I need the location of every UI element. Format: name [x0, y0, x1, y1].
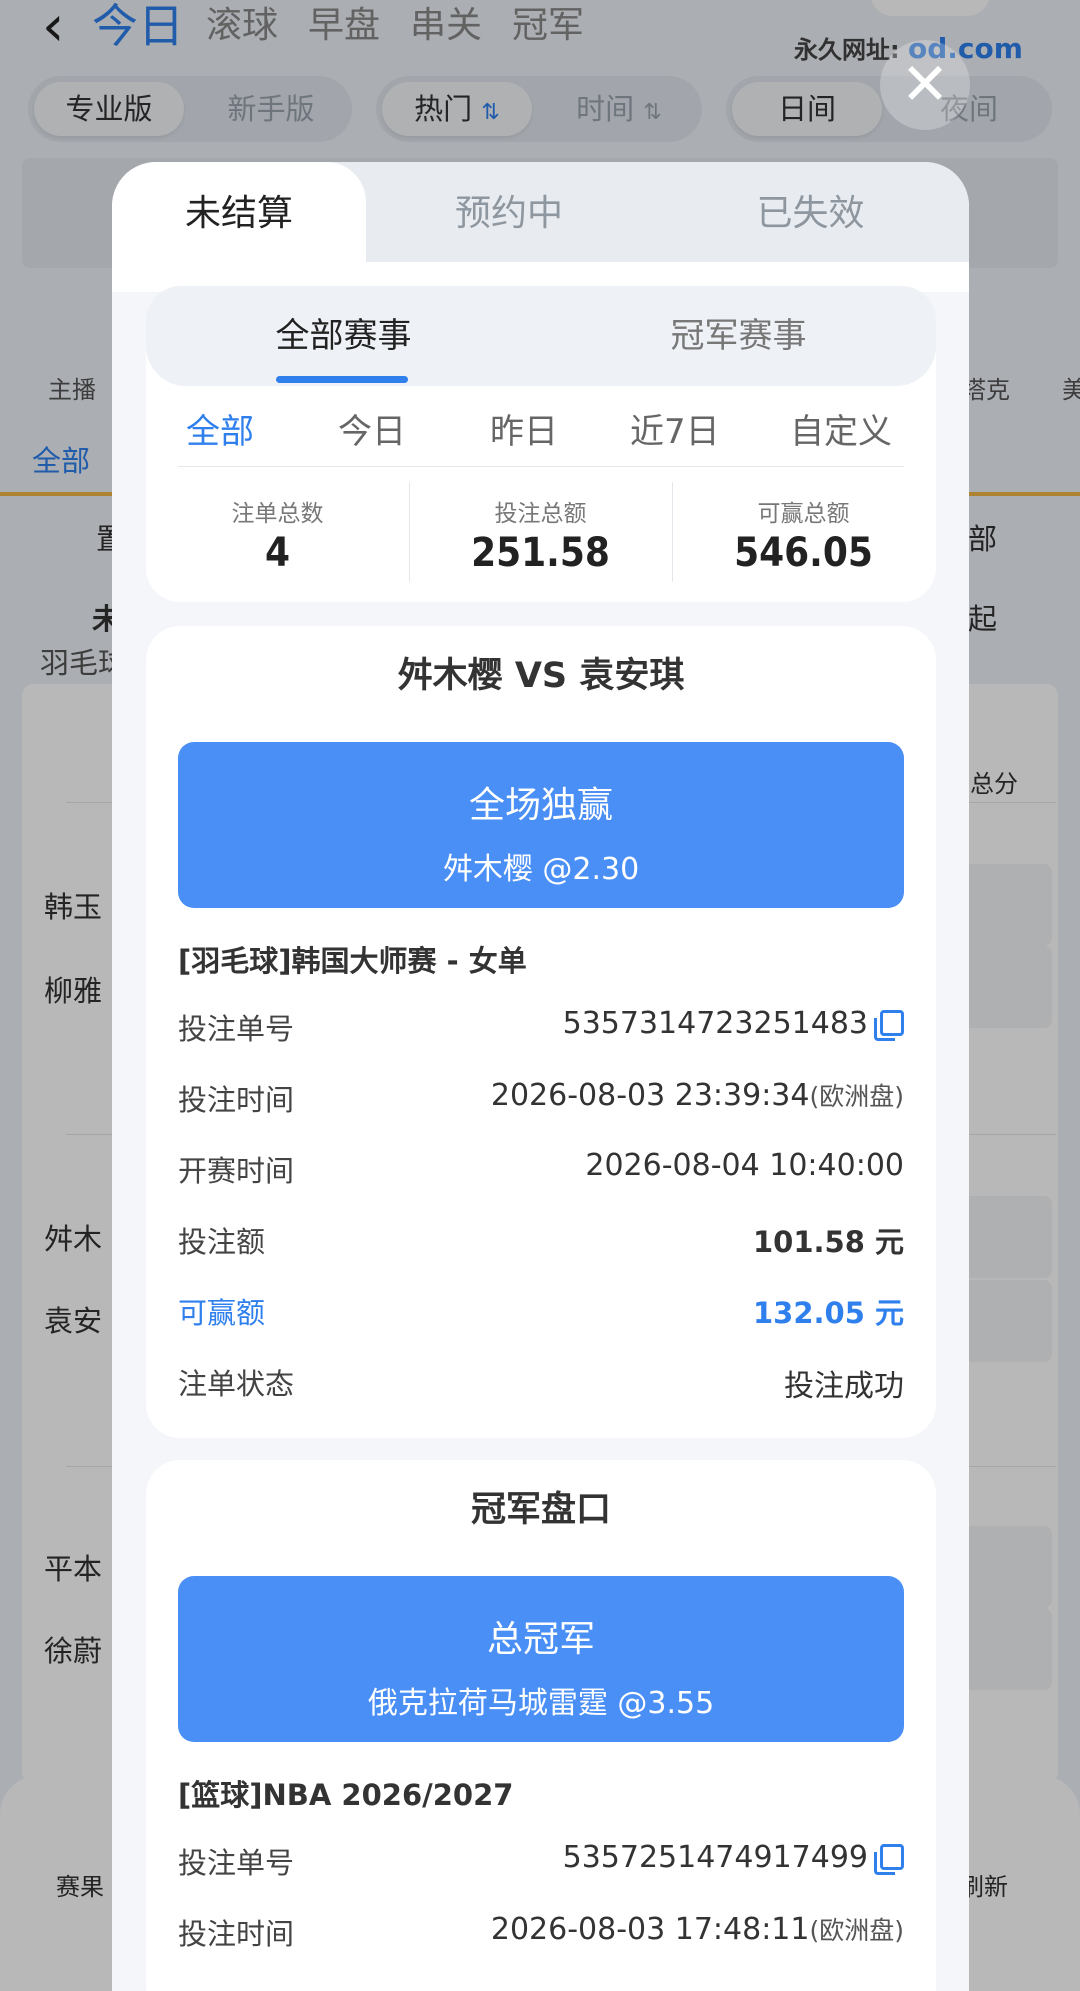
odds-type: (欧洲盘)	[809, 1082, 904, 1111]
bet-time: 2026-08-03 17:48:11	[490, 1912, 810, 1947]
bet-time: 2026-08-03 23:39:34	[490, 1078, 810, 1113]
date-filter-custom[interactable]: 自定义	[790, 404, 892, 453]
date-filter-7days[interactable]: 近7日	[630, 404, 720, 453]
selection-odds: 舛木樱 @2.30	[442, 852, 640, 887]
close-icon[interactable]: ✕	[880, 40, 970, 130]
win-row: 可赢额 132.05 元	[178, 1280, 904, 1340]
stat-bet-count: 注单总数 4	[231, 501, 324, 576]
league-name: [羽毛球]韩国大师赛 - 女单	[178, 944, 527, 978]
active-tab-indicator	[276, 376, 408, 383]
start-time-row: 开赛时间 2026-08-04 10:40:00	[178, 1148, 904, 1188]
tab-reserved[interactable]: 预约中	[366, 162, 652, 262]
market-name: 总冠军	[486, 1619, 595, 1660]
stake-amount: 101.58 元	[752, 1225, 904, 1259]
bet-time-row: 投注时间 2026-08-03 23:39:34(欧洲盘)	[178, 1078, 904, 1117]
league-name: [篮球]NBA 2026/2027	[178, 1778, 514, 1812]
bet-no-row: 投注单号 5357314723251483	[178, 996, 904, 1056]
stake-row: 投注额 101.58 元	[178, 1209, 904, 1269]
bet-status: 投注成功	[784, 1369, 904, 1404]
odds-type: (欧洲盘)	[809, 1916, 904, 1945]
match-title: 冠军盘口	[470, 1490, 611, 1530]
bet-card: 舛木樱 VS 袁安琪 全场独赢 舛木樱 @2.30 [羽毛球]韩国大师赛 - 女…	[146, 626, 936, 1438]
bet-card: 冠军盘口 总冠军 俄克拉荷马城雷霆 @3.55 [篮球]NBA 2026/202…	[146, 1460, 936, 1991]
status-tabs: 未结算 预约中 已失效	[112, 162, 969, 262]
selection-box: 全场独赢 舛木樱 @2.30	[178, 742, 904, 908]
match-title: 舛木樱 VS 袁安琪	[397, 656, 685, 696]
summary-card: 全部赛事 冠军赛事 全部 今日 昨日 近7日 自定义 注单总数 4 投注总额 2…	[146, 286, 936, 602]
date-filter-yesterday[interactable]: 昨日	[490, 404, 558, 453]
bet-record-modal: 未结算 预约中 已失效 全部赛事 冠军赛事 全部 今日 昨日 近7日 自定义 注…	[112, 162, 969, 1991]
tab-all-events[interactable]: 全部赛事	[146, 286, 541, 386]
tab-champion-events[interactable]: 冠军赛事	[541, 286, 936, 386]
bet-no: 5357314723251483	[562, 1006, 868, 1041]
divider	[178, 466, 904, 467]
selection-odds: 俄克拉荷马城雷霆 @3.55	[367, 1686, 715, 1721]
tab-unsettled[interactable]: 未结算	[112, 162, 366, 262]
market-name: 全场独赢	[468, 785, 613, 826]
bet-time-row: 投注时间 2026-08-03 17:48:11(欧洲盘)	[178, 1912, 904, 1951]
selection-box: 总冠军 俄克拉荷马城雷霆 @3.55	[178, 1576, 904, 1742]
status-row: 注单状态 投注成功	[178, 1351, 904, 1411]
bet-no: 5357251474917499	[562, 1840, 868, 1875]
date-filter-all[interactable]: 全部	[186, 404, 254, 453]
stat-total-win: 可赢总额 546.05	[672, 472, 935, 602]
win-amount: 132.05 元	[752, 1296, 904, 1330]
start-time: 2026-08-04 10:40:00	[585, 1148, 904, 1183]
bet-no-row: 投注单号 5357251474917499	[178, 1830, 904, 1890]
date-filter-today[interactable]: 今日	[338, 404, 406, 453]
tab-expired[interactable]: 已失效	[652, 162, 969, 262]
event-type-tabs: 全部赛事 冠军赛事	[146, 286, 936, 386]
stat-total-stake: 投注总额 251.58	[409, 472, 672, 602]
copy-icon[interactable]	[874, 1844, 904, 1875]
copy-icon[interactable]	[874, 1010, 904, 1041]
